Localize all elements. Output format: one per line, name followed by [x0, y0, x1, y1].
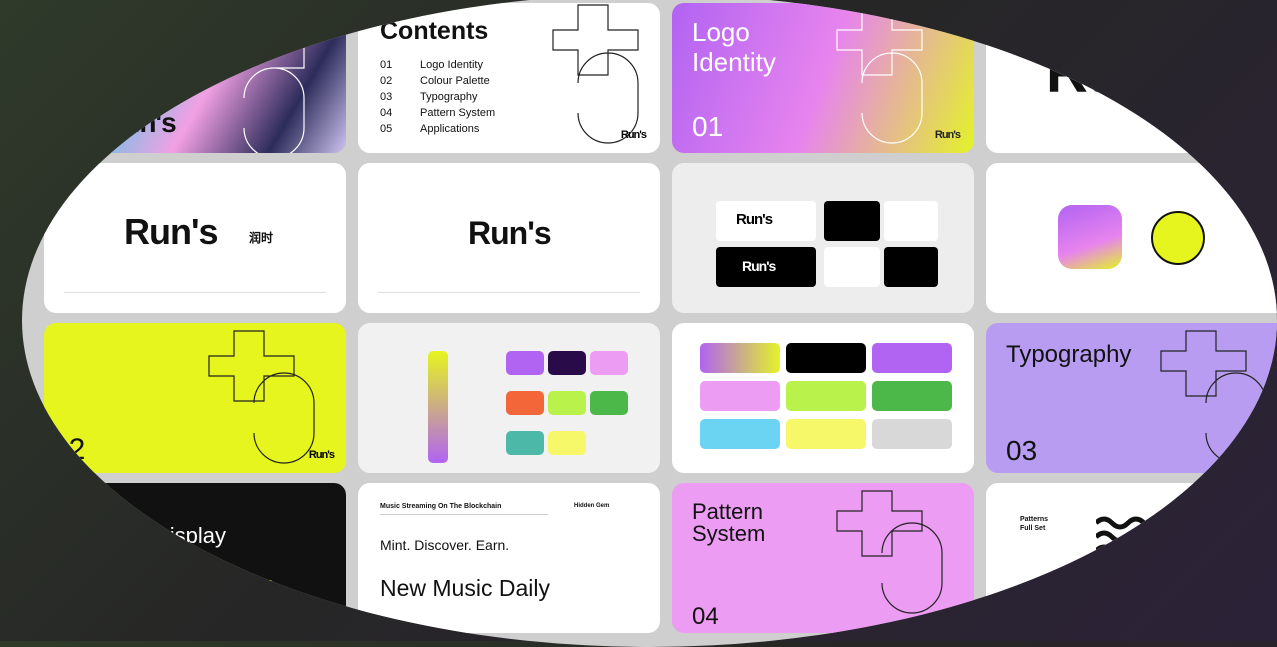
music-header: Music Streaming On The Blockchain [380, 503, 548, 515]
cover-gradient-card[interactable]: Run's [44, 3, 346, 153]
patterns-label: Patterns Full Set [1020, 516, 1049, 532]
cross-s-mark-icon [208, 330, 315, 464]
logo-swatch [786, 343, 866, 373]
slide-grid: Run's Contents 01 Logo Identity 02 Colour … [28, 0, 1277, 647]
typography-cover-card[interactable]: Typography 03 [986, 323, 1277, 473]
swatch [506, 431, 544, 455]
app-icon-circle [1151, 211, 1205, 265]
cover-logo: Run's [104, 107, 177, 138]
variant-tile-black [824, 201, 880, 241]
font-digits: 123567890 [184, 577, 275, 597]
font-name: ard Display [116, 523, 227, 548]
logo-swatch [700, 343, 780, 373]
music-layout-card[interactable]: Music Streaming On The Blockchain Hidden… [358, 483, 660, 633]
oval-showcase-frame: Run's Contents 01 Logo Identity 02 Colour … [22, 0, 1277, 647]
logo-swatch [700, 419, 780, 449]
pattern-cover-card[interactable]: Pattern System 04 [672, 483, 974, 633]
big-logo-card[interactable]: Run's [986, 3, 1277, 153]
swatch [506, 391, 544, 415]
patterns-full-set-card[interactable]: Patterns Full Set [986, 483, 1277, 633]
logo-plain: Run's [468, 215, 552, 251]
contents-card[interactable]: Contents 01 Logo Identity 02 Colour Palett… [358, 3, 660, 153]
logo-lockup-card[interactable]: Run's 润时 [44, 163, 346, 313]
logo-swatch [786, 381, 866, 411]
section-number: 03 [1006, 435, 1038, 466]
app-icon-card[interactable] [986, 163, 1277, 313]
app-icon-gradient [1058, 205, 1122, 269]
cover-logo: Run's [308, 449, 335, 461]
swatch [590, 351, 628, 375]
section-number: 02 [52, 433, 86, 466]
logo-plain-card[interactable]: Run's [358, 163, 660, 313]
cross-s-mark-icon [836, 4, 923, 144]
palette-swatches-card[interactable] [358, 323, 660, 473]
logo-swatch [872, 381, 952, 411]
cross-s-mark-icon [243, 7, 305, 153]
swatch [548, 391, 586, 415]
cross-s-mark-icon [552, 4, 639, 144]
variant-tile [884, 201, 938, 241]
logo-swatch [872, 419, 952, 449]
swatch [590, 391, 628, 415]
variant-tile [824, 247, 880, 287]
swatch [506, 351, 544, 375]
colour-palette-cover-card[interactable]: 02 Run's [44, 323, 346, 473]
divider [378, 292, 640, 293]
music-headline: New Music Daily [380, 575, 550, 601]
big-logo: Run's [1046, 40, 1201, 105]
logo-swatch [872, 343, 952, 373]
identity-logo: Run's [934, 129, 961, 141]
wave-pattern-icon [1096, 513, 1211, 603]
divider [64, 292, 326, 293]
swatch [548, 351, 586, 375]
font-weight: Book [134, 555, 166, 571]
variant-tile-black: Run's [716, 247, 816, 287]
section-number: 04 [692, 603, 719, 630]
music-slogan: Mint. Discover. Earn. [380, 537, 510, 553]
logo-variants-card[interactable]: Run's Run's [672, 163, 974, 313]
font-specimen-card[interactable]: ard Display Book 123567890 [44, 483, 346, 633]
colour-logos-card[interactable] [672, 323, 974, 473]
logo-identity-card[interactable]: Logo Identity 01 Run's [672, 3, 974, 153]
variant-tile: Run's [716, 201, 816, 241]
logo-chinese-suffix: 润时 [249, 231, 274, 245]
hidden-gem: Hidden Gem [574, 503, 610, 509]
variant-tile-black [884, 247, 938, 287]
logo-swatch [786, 419, 866, 449]
logo-lockup: Run's [124, 211, 219, 252]
swatch [548, 431, 586, 455]
contents-logo: Run's [620, 129, 647, 141]
gradient-bar [428, 351, 448, 463]
logo-swatch [700, 381, 780, 411]
